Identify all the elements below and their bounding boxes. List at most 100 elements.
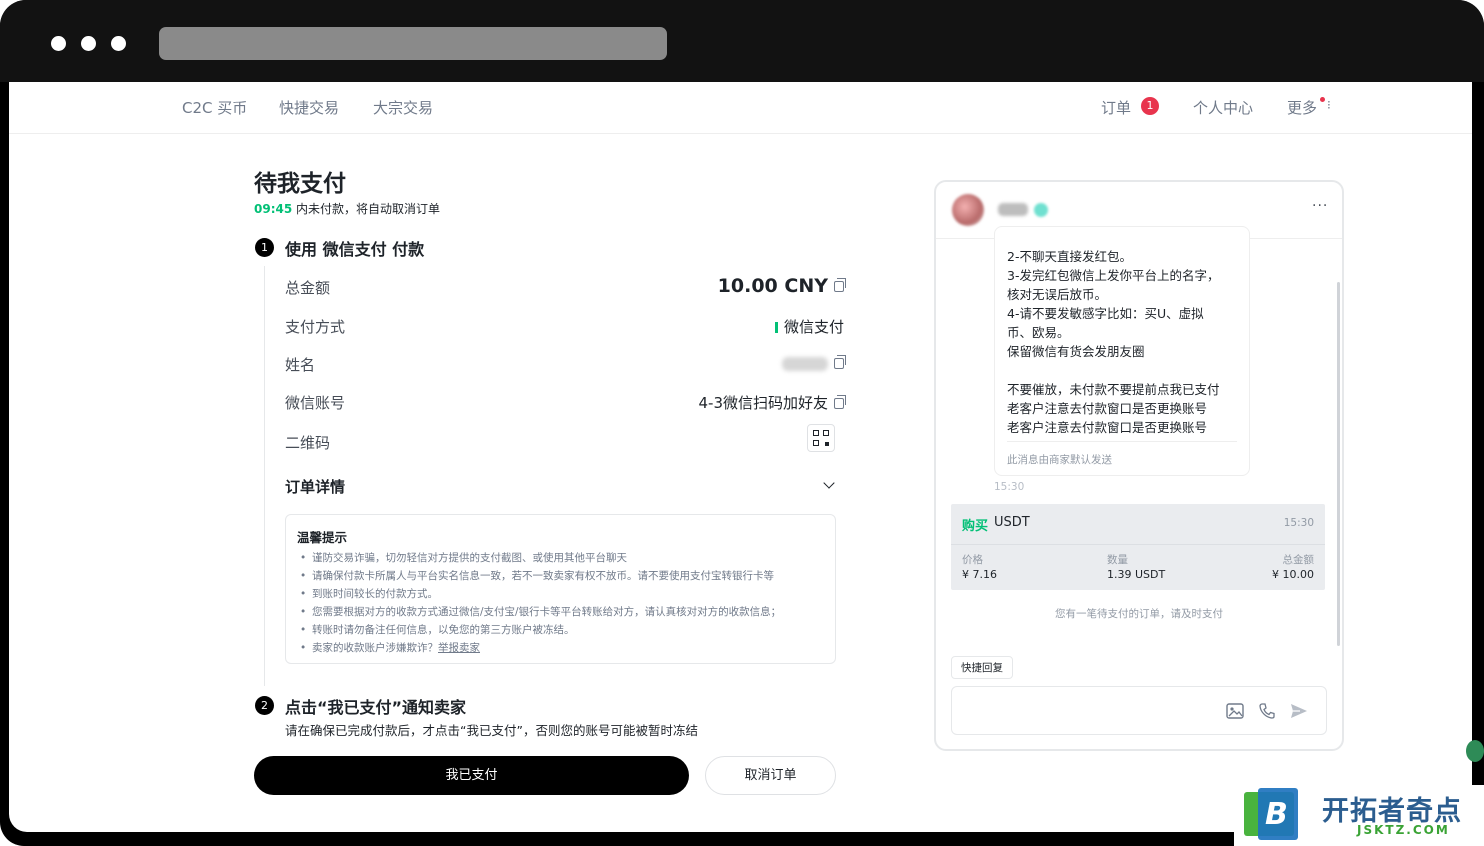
pending-order-note: 您有一笔待支付的订单，请及时支付 (1055, 608, 1223, 620)
payment-method-value: 微信支付 (783, 318, 844, 336)
tip-item: 谨防交易诈骗，切勿轻信对方提供的支付截图、或使用其他平台聊天 (297, 549, 824, 567)
order-qty-value: 1.39 USDT (1107, 568, 1166, 581)
wechat-pay-marker (774, 322, 778, 333)
verified-badge-icon (1034, 203, 1048, 217)
top-nav: C2C 买币 快捷交易 大宗交易 订单 1 个人中心 更多 ⁝ (9, 82, 1472, 134)
countdown-timer: 09:45 (254, 202, 293, 216)
message-line: 老客户注意去付款窗口是否更换账号 (1007, 420, 1208, 435)
message-line: 4-请不要发敏感字比如：买U、虚拟 (1007, 306, 1204, 321)
order-side: 购买 (962, 519, 989, 534)
wechat-account-value-row: 4-3微信扫码加好友 (698, 392, 846, 413)
order-total-label: 总金额 (1282, 554, 1315, 566)
page: C2C 买币 快捷交易 大宗交易 订单 1 个人中心 更多 ⁝ 待我支付 09:… (9, 82, 1472, 832)
wechat-account-value: 4-3微信扫码加好友 (698, 394, 828, 412)
tip-item: 您需要根据对方的收款方式通过微信/支付宝/银行卡等平台转账给对方，请认真核对对方… (297, 603, 824, 621)
nav-more[interactable]: 更多 (1287, 97, 1317, 118)
message-line: 核对无误后放币。 (1007, 287, 1108, 302)
nav-c2c-buy[interactable]: C2C 买币 (182, 97, 247, 118)
tip-item-cont: 转账时请勿备注任何信息，以免您的第三方账户被冻结。 (297, 621, 824, 639)
watermark: B 开拓者奇点 JSKTZ.COM (1234, 785, 1484, 846)
step-1-number: 1 (255, 238, 274, 257)
chat-scrollbar[interactable] (1337, 282, 1340, 646)
nav-profile[interactable]: 个人中心 (1193, 97, 1253, 118)
message-line: 3-发完红包微信上发你平台上的名字， (1007, 268, 1220, 283)
countdown-line: 09:45 内未付款，将自动取消订单 (254, 200, 440, 217)
orders-count-badge: 1 (1141, 97, 1159, 115)
send-icon[interactable] (1289, 701, 1309, 721)
step-1-title: 使用 微信支付 付款 (285, 240, 425, 259)
more-vertical-icon[interactable]: ⁝ (1327, 98, 1331, 112)
tip-item-cont: 到账时间较长的付款方式。 (297, 585, 824, 603)
wechat-account-label: 微信账号 (285, 394, 346, 412)
message-footer: 此消息由商家默认发送 (1007, 441, 1237, 467)
tip-item: 请确保付款卡所属人与平台实名信息一致，若不一致卖家有权不放币。请不要使用支付宝转… (297, 567, 824, 585)
browser-titlebar (0, 0, 1484, 82)
order-price-value: ¥ 7.16 (962, 568, 997, 581)
amount-value-row: 10.00 CNY (717, 275, 846, 297)
tips-box: 温馨提示 谨防交易诈骗，切勿轻信对方提供的支付截图、或使用其他平台聊天 请确保付… (285, 514, 836, 664)
nav-orders[interactable]: 订单 (1101, 97, 1131, 118)
step-2-number: 2 (255, 696, 274, 715)
merchant-message: 2-不聊天直接发红包。 3-发完红包微信上发你平台上的名字， 核对无误后放币。 … (994, 226, 1250, 476)
nav-block-trade[interactable]: 大宗交易 (373, 97, 433, 118)
qr-code-button[interactable] (807, 424, 835, 452)
window-maximize-dot[interactable] (111, 36, 126, 51)
order-price-label: 价格 (962, 554, 983, 566)
message-time: 15:30 (994, 481, 1025, 493)
nav-quick-trade[interactable]: 快捷交易 (279, 97, 339, 118)
copy-icon[interactable] (834, 355, 846, 369)
order-total-value: ¥ 10.00 (1272, 568, 1314, 581)
copy-icon[interactable] (834, 395, 846, 409)
copy-icon[interactable] (834, 278, 846, 292)
merchant-name-blurred (998, 203, 1028, 216)
phone-icon[interactable] (1257, 701, 1277, 721)
paid-button[interactable]: 我已支付 (254, 756, 689, 795)
chevron-down-icon[interactable] (823, 477, 835, 489)
name-label: 姓名 (285, 356, 316, 374)
message-line: 老客户注意去付款窗口是否更换账号 (1007, 401, 1208, 416)
order-details-toggle[interactable]: 订单详情 (285, 476, 345, 497)
message-line: 不要催放，未付款不要提前点我已支付 (1007, 382, 1220, 397)
chat-input[interactable] (951, 686, 1327, 735)
step-2-title: 点击“我已支付”通知卖家 (285, 698, 467, 717)
step-2-note: 请在确保已完成付款后，才点击“我已支付”，否则您的账号可能被暂时冻结 (285, 723, 698, 738)
report-seller-link[interactable]: 举报卖家 (438, 642, 480, 654)
browser-window: C2C 买币 快捷交易 大宗交易 订单 1 个人中心 更多 ⁝ 待我支付 09:… (0, 0, 1484, 846)
report-prefix: 卖家的收款账户涉嫌欺诈？ (312, 642, 438, 654)
message-line: 币、欧易。 (1007, 325, 1070, 340)
chat-panel: ··· 2-不聊天直接发红包。 3-发完红包微信上发你平台上的名字， 核对无误后… (934, 180, 1344, 751)
amount-value: 10.00 CNY (717, 275, 828, 297)
order-qty-label: 数量 (1107, 554, 1128, 566)
message-line (1007, 361, 1237, 380)
merchant-avatar[interactable] (952, 194, 984, 226)
order-divider (951, 544, 1325, 545)
tips-title: 温馨提示 (297, 530, 348, 545)
window-minimize-dot[interactable] (81, 36, 96, 51)
qr-code-label: 二维码 (285, 434, 331, 452)
order-asset: USDT (994, 515, 1030, 530)
floating-support-icon[interactable] (1466, 740, 1484, 762)
name-value-row (782, 354, 846, 372)
countdown-text: 内未付款，将自动取消订单 (292, 202, 441, 216)
page-title: 待我支付 (254, 171, 346, 197)
name-value-blurred (782, 356, 828, 371)
payment-method-value-row: 微信支付 (774, 316, 844, 337)
svg-text:B: B (1265, 797, 1288, 832)
order-time: 15:30 (1283, 517, 1314, 529)
tip-item-report: 卖家的收款账户涉嫌欺诈？举报卖家 (297, 639, 824, 657)
address-bar[interactable] (159, 27, 667, 60)
quick-reply-button[interactable]: 快捷回复 (951, 656, 1013, 679)
step-connector-line (264, 266, 265, 686)
image-upload-icon[interactable] (1225, 701, 1245, 721)
message-line: 保留微信有货会发朋友圈 (1007, 344, 1145, 359)
watermark-logo-icon: B (1244, 788, 1298, 840)
amount-label: 总金额 (285, 279, 331, 297)
message-line: 2-不聊天直接发红包。 (1007, 249, 1132, 264)
watermark-subtitle: JSKTZ.COM (1357, 823, 1450, 837)
chat-more-icon[interactable]: ··· (1312, 198, 1328, 214)
order-card[interactable]: 购买 USDT 15:30 价格 ¥ 7.16 数量 1.39 USDT 总金额… (951, 504, 1325, 590)
payment-method-label: 支付方式 (285, 318, 346, 336)
window-close-dot[interactable] (51, 36, 66, 51)
cancel-order-button[interactable]: 取消订单 (705, 756, 836, 795)
notification-dot (1320, 97, 1325, 102)
